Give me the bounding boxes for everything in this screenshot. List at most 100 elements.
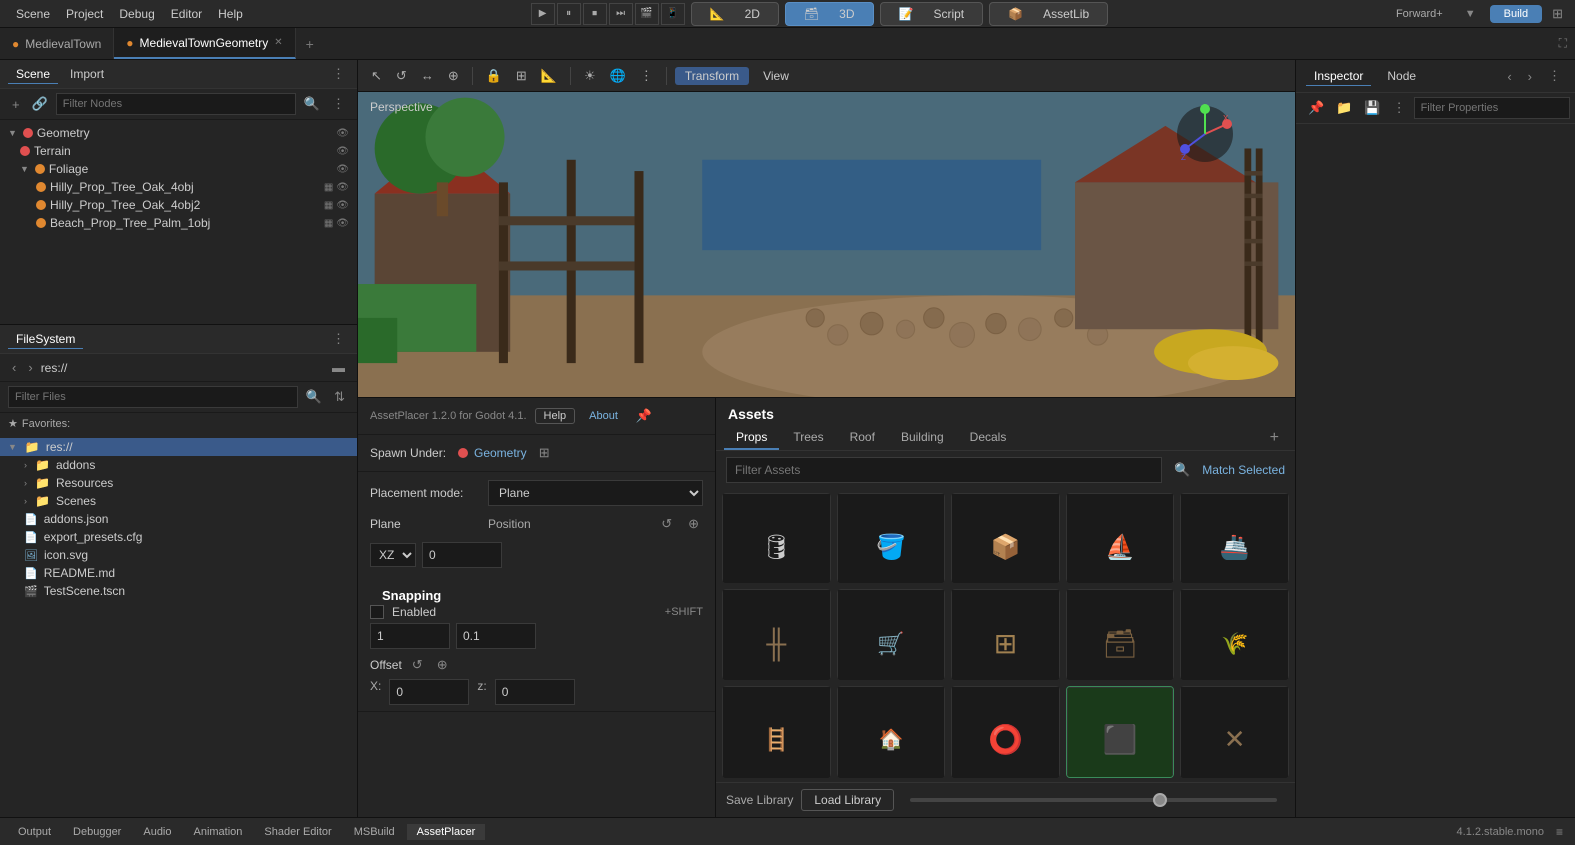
snap-tool[interactable]: 📐 [536, 65, 562, 87]
position-adjust-icon[interactable]: ⊕ [684, 514, 703, 534]
view-3d-button[interactable]: 🗃 3D [785, 2, 874, 26]
asset-item-well1[interactable]: 🏠 Prop_Well_1... [837, 686, 946, 778]
import-tab[interactable]: Import [62, 65, 112, 84]
add-tab-button[interactable]: + [1262, 429, 1287, 447]
asset-item-wall[interactable]: ✕ Wall_Prop_Wi... [1180, 686, 1289, 778]
grid-tool[interactable]: ⊞ [511, 65, 532, 87]
search-icon[interactable]: 🔍 [300, 94, 324, 114]
fs-panel-menu[interactable]: ⋮ [328, 329, 349, 349]
asset-item-barrel2[interactable]: 🪣 Prop_Barrel_... [837, 493, 946, 583]
z-offset-input[interactable] [495, 679, 575, 705]
filter-properties-input[interactable] [1414, 97, 1570, 119]
asset-item-boathi[interactable]: ⛵ Prop_Boat_Hi... [1066, 493, 1175, 583]
assets-tab-props[interactable]: Props [724, 426, 779, 450]
fs-tab[interactable]: FileSystem [8, 330, 83, 349]
tree-item-foliage[interactable]: ▼ Foliage 👁 [0, 160, 357, 178]
env-tool[interactable]: 🌐 [605, 65, 631, 87]
assets-tab-trees[interactable]: Trees [781, 426, 835, 450]
x-offset-input[interactable] [389, 679, 469, 705]
history-forward-icon[interactable]: › [1524, 67, 1536, 86]
inspector-tab[interactable]: Inspector [1306, 67, 1371, 86]
fs-sort-icon[interactable]: ⇅ [330, 387, 349, 407]
eye-icon[interactable]: 👁 [336, 128, 349, 139]
eye-icon[interactable]: 👁 [336, 182, 349, 193]
view-2d-button[interactable]: 📐 2D [691, 2, 779, 26]
fs-search-icon[interactable]: 🔍 [302, 387, 326, 407]
remote-button[interactable]: 📱 [661, 3, 685, 25]
assets-tab-building[interactable]: Building [889, 426, 956, 450]
asset-item-cart[interactable]: 🛒 Prop_Cart_1... [837, 589, 946, 679]
tree-item-oak2[interactable]: Hilly_Prop_Tree_Oak_4obj2 ▦ 👁 [0, 196, 357, 214]
assets-search-icon[interactable]: 🔍 [1170, 460, 1194, 480]
asset-item-barrel3[interactable]: 📦 Prop_Barrel_... [951, 493, 1060, 583]
rotate-tool[interactable]: ↺ [391, 65, 412, 87]
snapping-checkbox[interactable] [370, 605, 384, 619]
eye-icon[interactable]: 👁 [336, 218, 349, 229]
light-tool[interactable]: ☀ [579, 65, 601, 87]
bottom-tab-msbuild[interactable]: MSBuild [344, 824, 405, 840]
fs-item-readme[interactable]: 📄 README.md [0, 564, 357, 582]
menu-help[interactable]: Help [210, 5, 251, 23]
viewport[interactable]: Perspective [358, 92, 1295, 397]
fs-back-button[interactable]: ‹ [8, 358, 20, 377]
ap-help-button[interactable]: Help [535, 408, 576, 424]
fs-filter-input[interactable] [8, 386, 298, 408]
step-button[interactable]: ⏭ [609, 3, 633, 25]
fs-item-scenes[interactable]: › 📁 Scenes [0, 492, 357, 510]
bottom-tab-assetplacer[interactable]: AssetPlacer [407, 824, 486, 840]
asset-item-well-gr[interactable]: ⬛ Prop_Well_Gr... [1066, 686, 1175, 778]
stop-button[interactable]: ⏹ [583, 3, 607, 25]
inspector-pin-icon[interactable]: 📌 [1304, 98, 1328, 118]
node-tab[interactable]: Node [1379, 67, 1424, 85]
menu-debug[interactable]: Debug [111, 5, 162, 23]
snap-value-1[interactable] [370, 623, 450, 649]
tab-close-button[interactable]: ✕ [274, 37, 282, 48]
fullscreen-button[interactable]: ⛶ [1559, 36, 1567, 51]
reset-position-icon[interactable]: ↺ [657, 514, 676, 534]
size-slider[interactable] [910, 798, 1277, 802]
fs-item-res[interactable]: ▼ 📁 res:// [0, 438, 357, 456]
reset-offset-icon[interactable]: ↺ [408, 655, 427, 675]
spawn-value[interactable]: Geometry [458, 446, 527, 460]
menu-scene[interactable]: Scene [8, 5, 58, 23]
fs-layout-icon[interactable]: ▬ [328, 358, 349, 377]
position-value-input[interactable] [422, 542, 502, 568]
fs-item-icon-svg[interactable]: 🖼 icon.svg [0, 546, 357, 564]
ap-pin-icon[interactable]: 📌 [632, 406, 656, 426]
script-button[interactable]: 📝 Script [880, 2, 984, 26]
save-library-button[interactable]: Save Library [726, 793, 793, 807]
tree-item-terrain[interactable]: Terrain 👁 [0, 142, 357, 160]
instance-button[interactable]: 🔗 [28, 94, 52, 114]
eye-icon[interactable]: 👁 [336, 164, 349, 175]
bottom-settings-icon[interactable]: ≡ [1552, 823, 1567, 841]
tab-medievaltown[interactable]: ● MedievalTown [0, 28, 114, 59]
tab-add-button[interactable]: + [296, 36, 324, 52]
scene-options-icon[interactable]: ⋮ [328, 94, 349, 114]
assetlib-button[interactable]: 📦 AssetLib [989, 2, 1108, 26]
assets-tab-roof[interactable]: Roof [838, 426, 887, 450]
fs-item-addons-json[interactable]: 📄 addons.json [0, 510, 357, 528]
bottom-tab-debugger[interactable]: Debugger [63, 824, 131, 840]
asset-item-boatoa[interactable]: ╫ Prop_Boat_Oa... [722, 589, 831, 679]
plane-axis-select[interactable]: XZ [370, 543, 416, 567]
history-back-icon[interactable]: ‹ [1503, 67, 1515, 86]
asset-item-well-co[interactable]: ⭕ Prop_Well_Co... [951, 686, 1060, 778]
lock-tool[interactable]: 🔒 [481, 65, 507, 87]
bottom-tab-audio[interactable]: Audio [133, 824, 181, 840]
asset-item-barrel1[interactable]: 🛢 Prop_Barrel_... [722, 493, 831, 583]
load-library-button[interactable]: Load Library [801, 789, 894, 811]
tree-item-oak1[interactable]: Hilly_Prop_Tree_Oak_4obj ▦ 👁 [0, 178, 357, 196]
view-button[interactable]: View [753, 67, 799, 85]
inspector-more-icon[interactable]: ⋮ [1389, 98, 1410, 118]
play-button[interactable]: ▶ [531, 3, 555, 25]
menu-project[interactable]: Project [58, 5, 111, 23]
placement-mode-select[interactable]: Plane [488, 480, 703, 506]
asset-item-crate1[interactable]: ⊞ Prop_Crate_1... [951, 589, 1060, 679]
asset-item-crate2[interactable]: 🗃 Prop_Crate_1... [1066, 589, 1175, 679]
inspector-folder-icon[interactable]: 📁 [1332, 98, 1356, 118]
fs-item-testscene[interactable]: 🎬 TestScene.tscn [0, 582, 357, 600]
bottom-tab-output[interactable]: Output [8, 824, 61, 840]
build-button[interactable]: Build [1490, 5, 1542, 23]
fs-item-addons[interactable]: › 📁 addons [0, 456, 357, 474]
fs-forward-button[interactable]: › [24, 358, 36, 377]
